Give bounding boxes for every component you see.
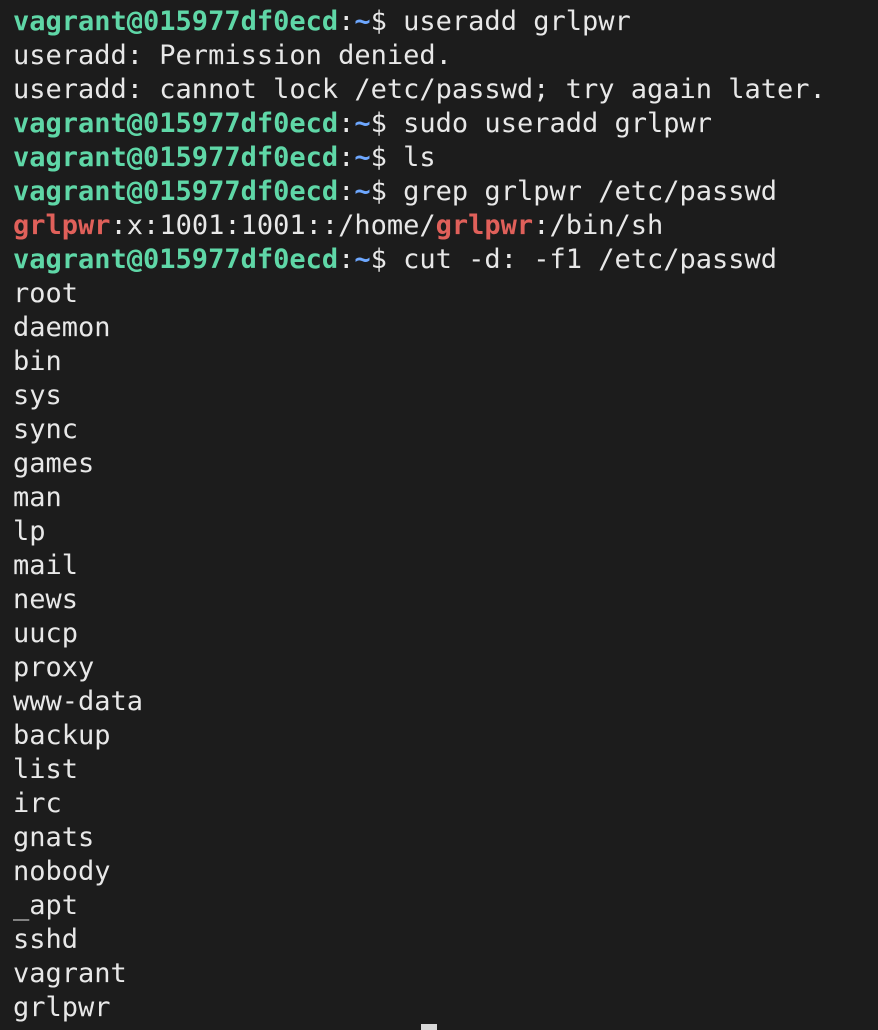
prompt-line: vagrant@015977df0ecd:~$ ls	[13, 141, 878, 175]
prompt-path: ~	[354, 108, 371, 139]
grep-match-highlight: grlpwr	[435, 210, 534, 241]
user-list-item: backup	[13, 720, 111, 751]
prompt-user-host: vagrant@015977df0ecd	[13, 6, 339, 37]
user-list-item: daemon	[13, 312, 111, 343]
prompt-path: ~	[354, 142, 371, 173]
command-text: ls	[403, 142, 436, 173]
user-list-item: sshd	[13, 924, 79, 955]
text-cursor	[421, 1024, 437, 1030]
user-list-item: irc	[13, 788, 62, 819]
grep-match-highlight: grlpwr	[13, 210, 111, 241]
prompt-colon: :	[338, 6, 355, 37]
prompt-colon: :	[338, 176, 355, 207]
user-list-item: grlpwr	[13, 992, 111, 1023]
prompt-user-host: vagrant@015977df0ecd	[13, 108, 339, 139]
user-list-item: gnats	[13, 822, 95, 853]
command-text: grep grlpwr /etc/passwd	[403, 176, 778, 207]
prompt-user-host: vagrant@015977df0ecd	[13, 142, 339, 173]
prompt-dollar: $	[370, 142, 404, 173]
prompt-line: vagrant@015977df0ecd:~$ cut -d: -f1 /etc…	[13, 243, 878, 277]
prompt-user-host: vagrant@015977df0ecd	[13, 176, 339, 207]
user-list-item: mail	[13, 550, 79, 581]
terminal-window[interactable]: vagrant@015977df0ecd:~$ useradd grlpwr u…	[0, 0, 878, 1030]
grep-output-line: grlpwr:x:1001:1001::/home/grlpwr:/bin/sh	[13, 209, 878, 243]
prompt-path: ~	[354, 244, 371, 275]
output-line: useradd: Permission denied.	[13, 40, 452, 71]
user-list-item: root	[13, 278, 79, 309]
user-list-item: man	[13, 482, 62, 513]
prompt-colon: :	[338, 142, 355, 173]
prompt-line: vagrant@015977df0ecd:~$ sudo useradd grl…	[13, 107, 878, 141]
user-list-item: lp	[13, 516, 46, 547]
user-list-item: proxy	[13, 652, 95, 683]
prompt-dollar: $	[370, 176, 404, 207]
user-list-item: nobody	[13, 856, 111, 887]
output-line: useradd: cannot lock /etc/passwd; try ag…	[13, 74, 826, 105]
user-list-item: _apt	[13, 890, 79, 921]
prompt-path: ~	[354, 176, 371, 207]
command-text: sudo useradd grlpwr	[403, 108, 713, 139]
prompt-dollar: $	[370, 108, 404, 139]
prompt-line: vagrant@015977df0ecd:~$ useradd grlpwr	[13, 5, 878, 39]
user-list-item: uucp	[13, 618, 79, 649]
command-text: useradd grlpwr	[403, 6, 631, 37]
prompt-user-host: vagrant@015977df0ecd	[13, 244, 339, 275]
command-text: cut -d: -f1 /etc/passwd	[403, 244, 778, 275]
grep-output-text: :x:1001:1001::/home/	[110, 210, 436, 241]
grep-output-text: :/bin/sh	[533, 210, 664, 241]
user-list-item: games	[13, 448, 95, 479]
prompt-colon: :	[338, 108, 355, 139]
user-list-item: sync	[13, 414, 79, 445]
user-list-item: list	[13, 754, 79, 785]
user-list-item: news	[13, 584, 79, 615]
prompt-colon: :	[338, 244, 355, 275]
prompt-dollar: $	[370, 6, 404, 37]
prompt-dollar: $	[370, 244, 404, 275]
user-list-item: www-data	[13, 686, 144, 717]
prompt-path: ~	[354, 6, 371, 37]
user-list-item: vagrant	[13, 958, 127, 989]
user-list-item: bin	[13, 346, 62, 377]
prompt-line: vagrant@015977df0ecd:~$ grep grlpwr /etc…	[13, 175, 878, 209]
user-list-item: sys	[13, 380, 62, 411]
